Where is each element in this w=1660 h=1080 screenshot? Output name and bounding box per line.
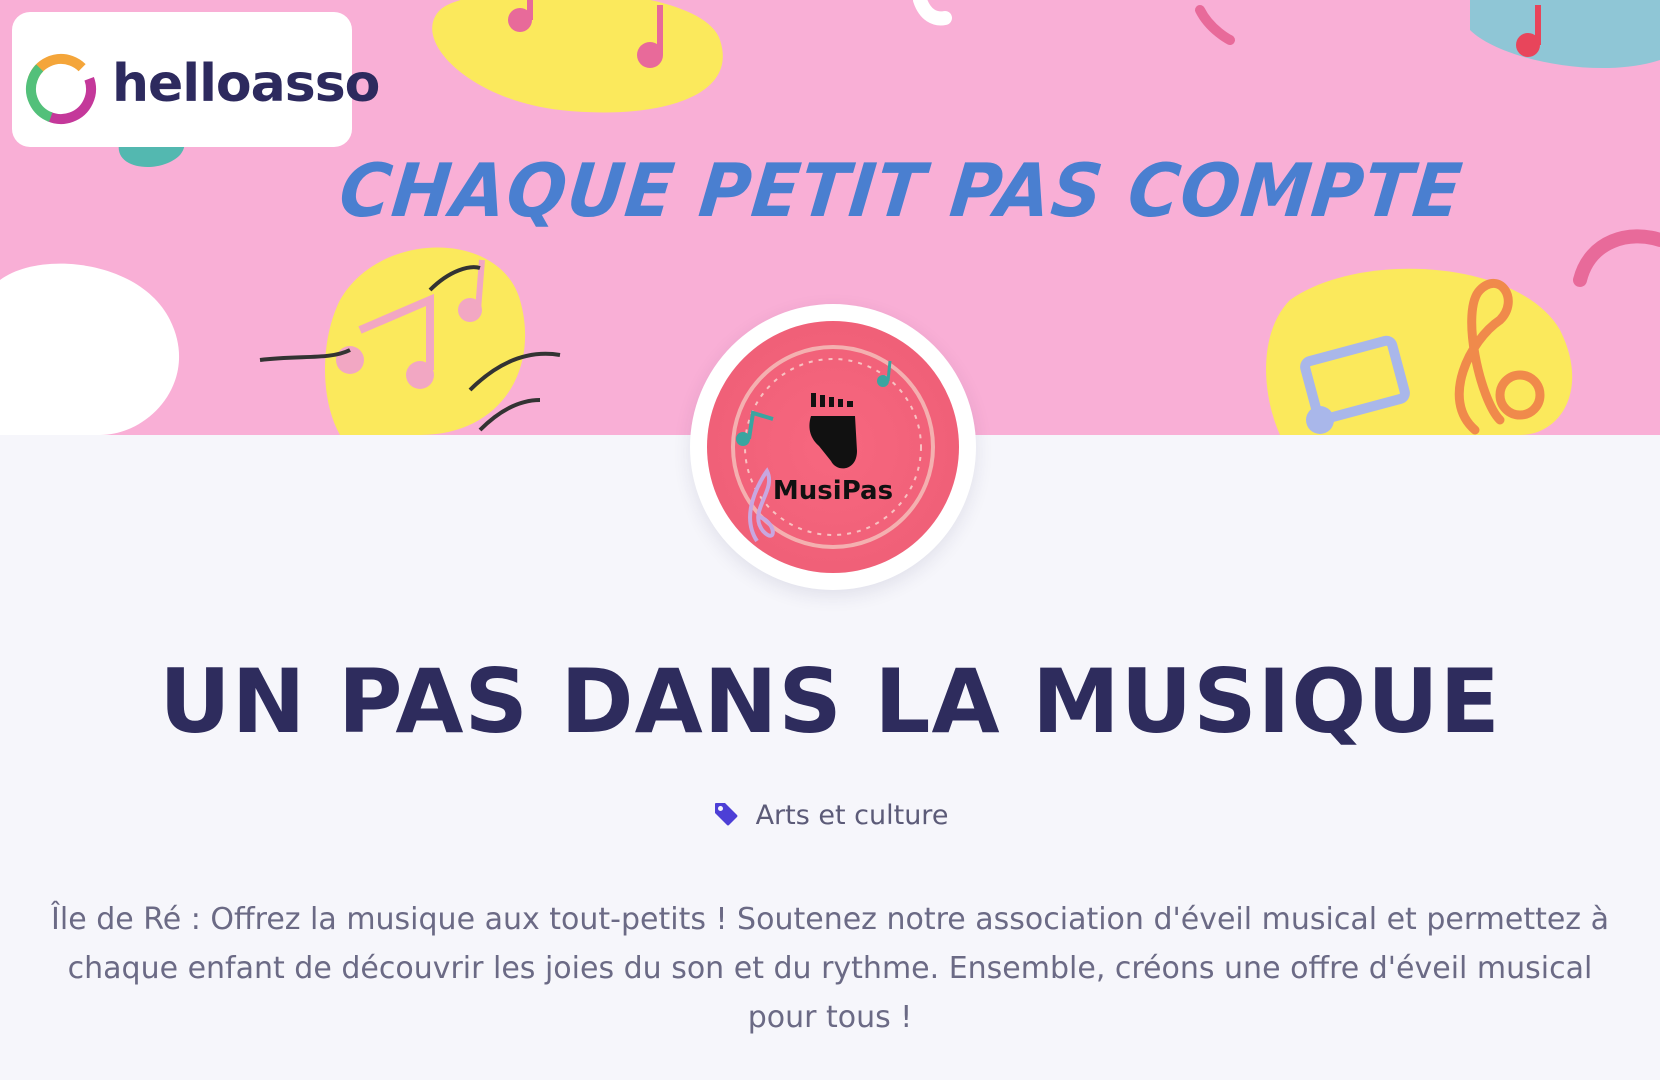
- helloasso-logo-link[interactable]: helloasso: [12, 12, 380, 147]
- organization-title: UN PAS DANS LA MUSIQUE: [159, 650, 1501, 753]
- musipas-logo: MusiPas: [707, 321, 959, 573]
- page: CHAQUE PETIT PAS COMPTE helloasso MusiPa…: [0, 0, 1660, 1080]
- organization-avatar: MusiPas: [690, 304, 976, 590]
- helloasso-logo-icon: [25, 54, 96, 124]
- banner-tagline: CHAQUE PETIT PAS COMPTE: [335, 147, 1467, 235]
- musipas-emblem: [731, 345, 935, 549]
- category-label: Arts et culture: [755, 800, 949, 831]
- brand-name: helloasso: [112, 54, 380, 114]
- category-tag[interactable]: Arts et culture: [0, 796, 1660, 836]
- avatar-label: MusiPas: [772, 476, 894, 506]
- tag-icon: [714, 803, 738, 826]
- organization-description: Île de Ré : Offrez la musique aux tout-p…: [51, 902, 1609, 1035]
